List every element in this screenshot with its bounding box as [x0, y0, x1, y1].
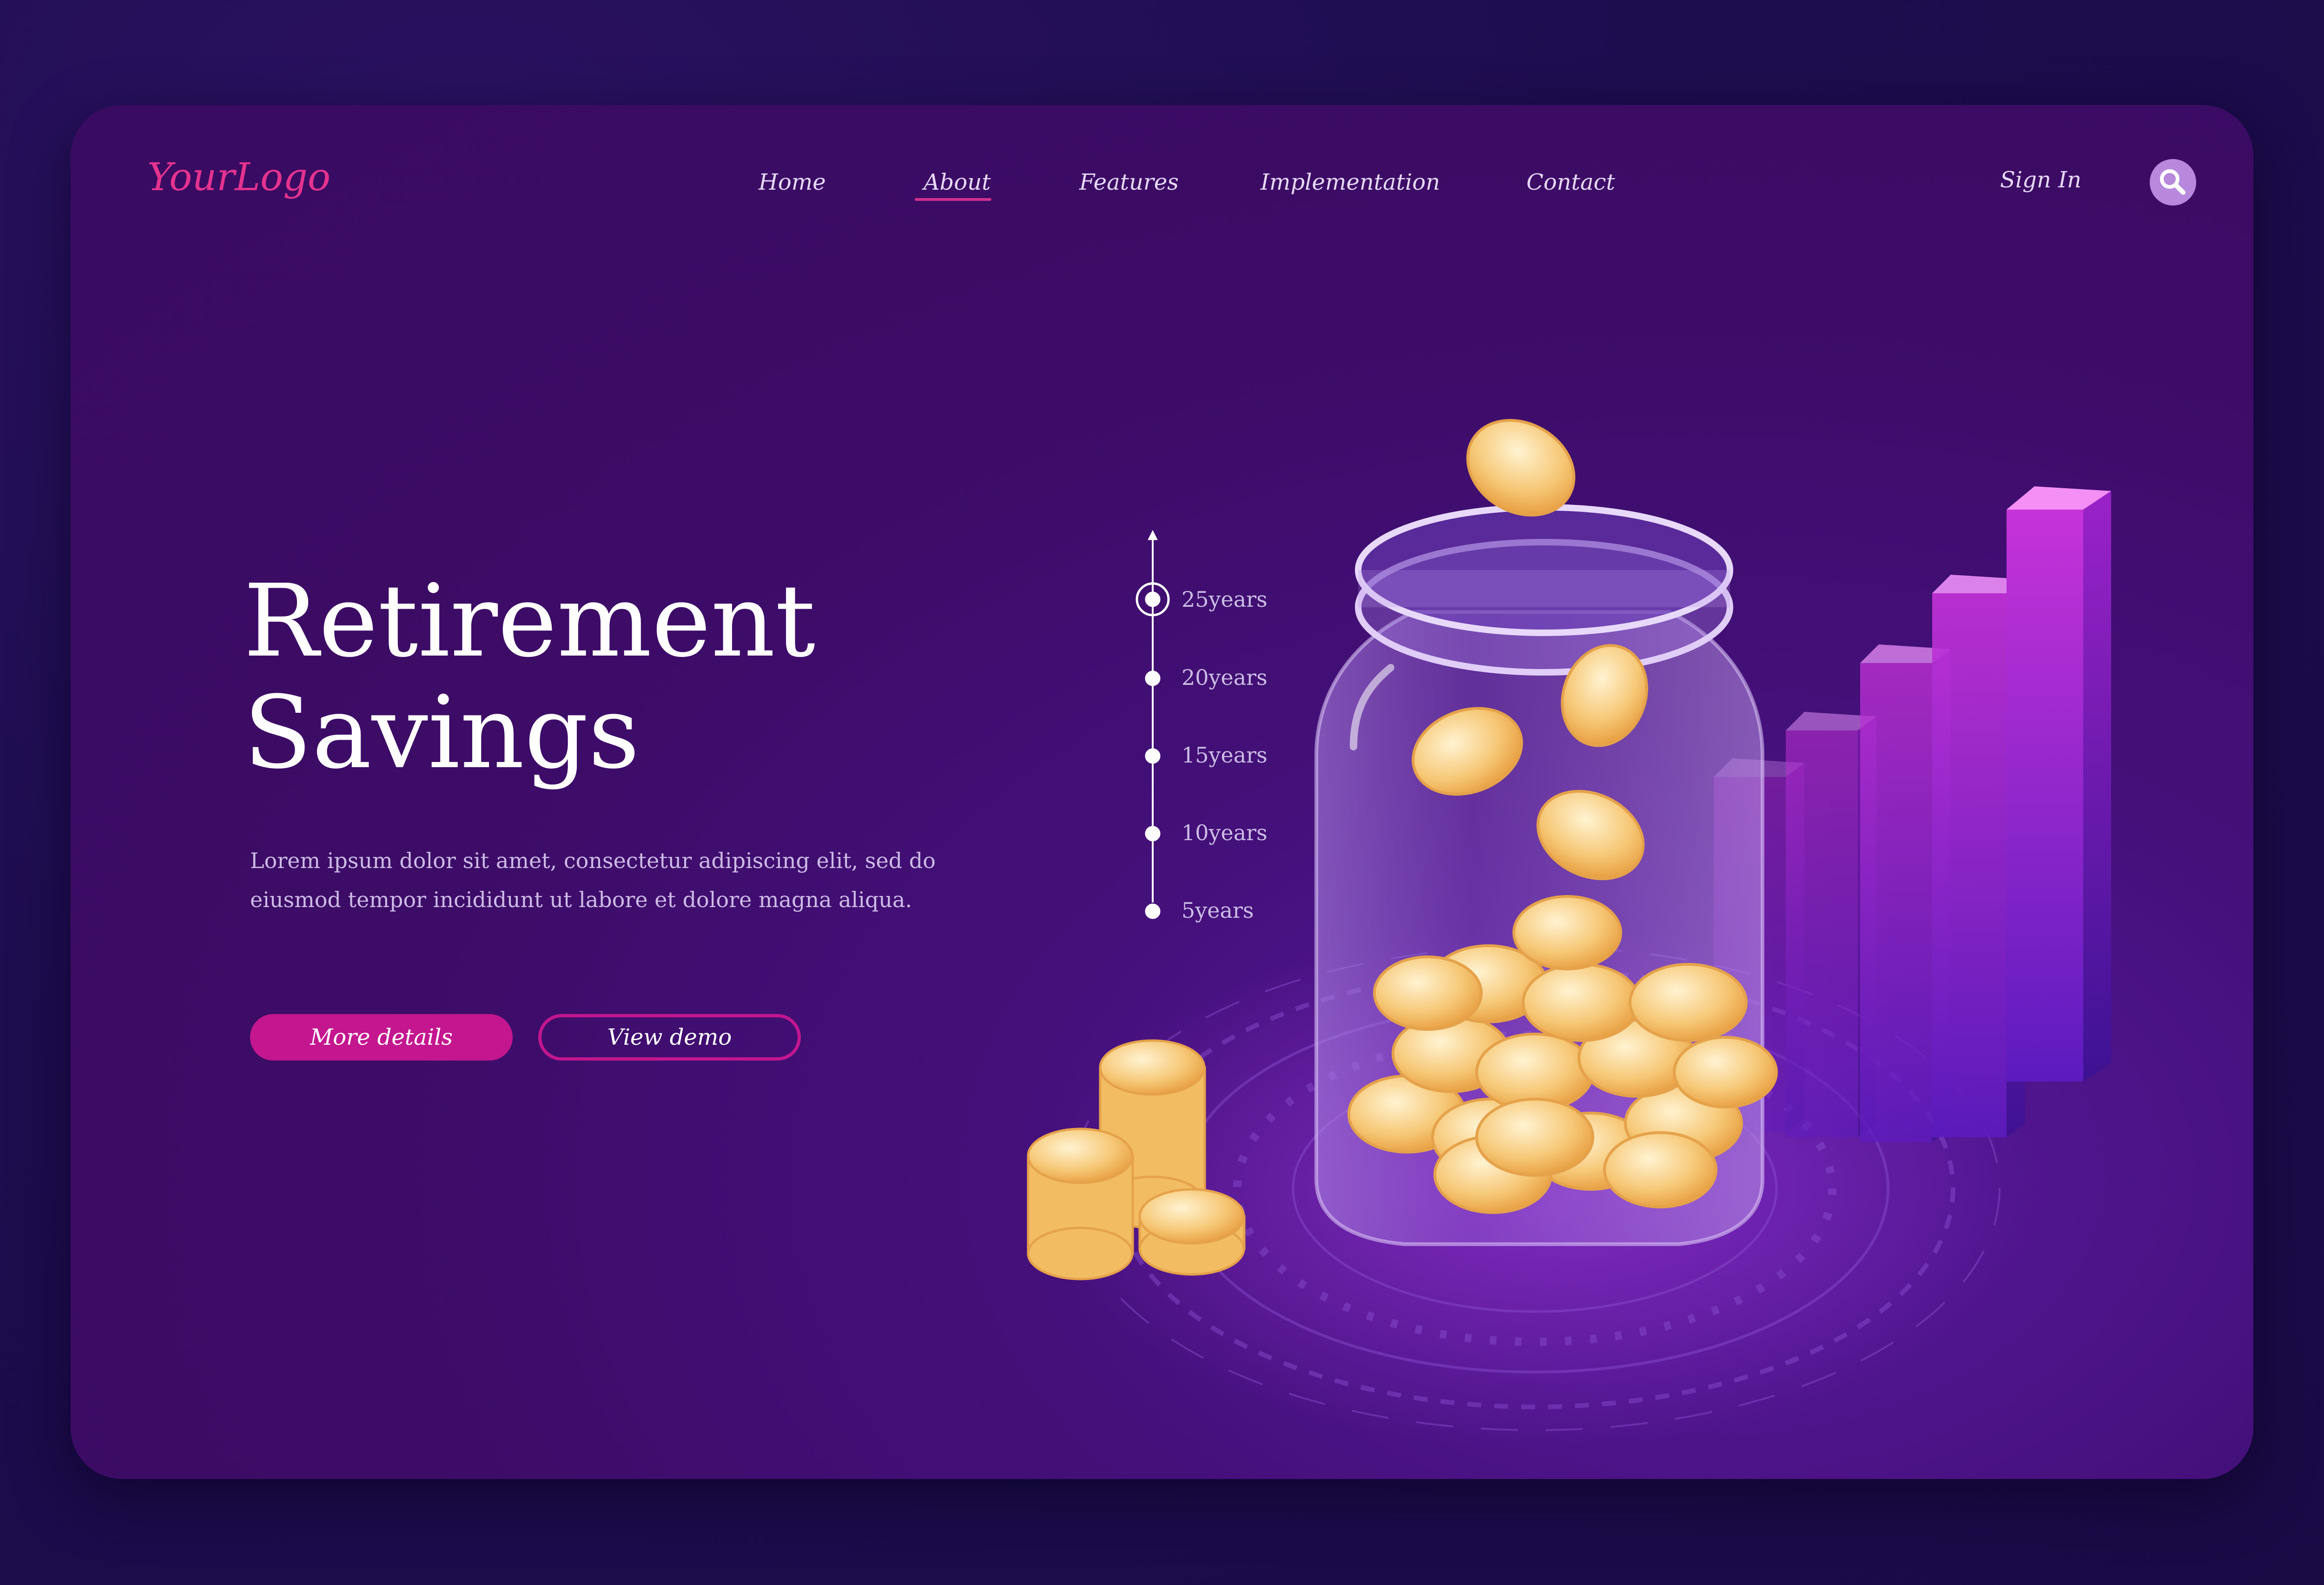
nav-active-underline — [915, 198, 991, 201]
timeline — [1136, 530, 1170, 919]
growth-bar — [2007, 486, 2111, 1081]
nav-implementation[interactable]: Implementation — [1261, 171, 1440, 193]
more-details-button[interactable]: More details — [250, 1014, 513, 1061]
nav-features[interactable]: Features — [1079, 171, 1179, 193]
timeline-label-5[interactable]: 5years — [1182, 900, 1254, 921]
growth-bars — [1714, 486, 2111, 1142]
timeline-dot[interactable] — [1145, 826, 1161, 842]
illustration — [1027, 419, 2111, 1449]
hero-title-line1: Retirement — [244, 563, 816, 679]
nav-contact[interactable]: Contact — [1526, 171, 1615, 193]
logo[interactable]: YourLogo — [147, 159, 330, 197]
hero-title-line2: Savings — [244, 674, 640, 791]
timeline-label-25[interactable]: 25years — [1182, 589, 1268, 610]
view-demo-button[interactable]: View demo — [538, 1014, 801, 1061]
timeline-dot[interactable] — [1145, 903, 1161, 919]
search-button[interactable] — [2150, 159, 2196, 206]
timeline-label-15[interactable]: 15years — [1182, 744, 1268, 766]
timeline-dot[interactable] — [1145, 591, 1161, 607]
hero-description: Lorem ipsum dolor sit amet, consectetur … — [250, 848, 936, 912]
timeline-label-10[interactable]: 10years — [1182, 822, 1268, 843]
nav-home[interactable]: Home — [759, 171, 826, 193]
landing-card: YourLogo Home About Features Implementat… — [71, 105, 2253, 1479]
timeline-dot[interactable] — [1145, 748, 1161, 764]
search-icon — [2160, 169, 2185, 195]
timeline-dot[interactable] — [1145, 670, 1161, 686]
nav-about[interactable]: About — [924, 171, 991, 193]
timeline-label-20[interactable]: 20years — [1182, 667, 1268, 688]
hero-title: Retirement Savings — [244, 565, 1034, 789]
sign-in-link[interactable]: Sign In — [2000, 169, 2081, 191]
